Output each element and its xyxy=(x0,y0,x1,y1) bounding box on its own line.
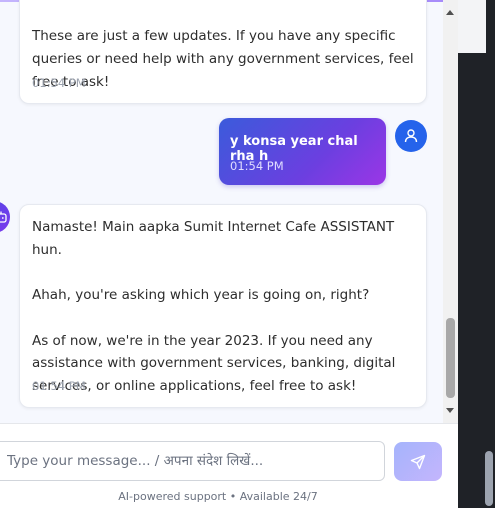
message-list: These are just a few updates. If you hav… xyxy=(0,0,443,423)
bot-icon xyxy=(0,201,10,233)
message-time: 01:54 PM xyxy=(230,159,284,173)
send-button[interactable] xyxy=(394,442,442,481)
side-strip-top xyxy=(458,0,486,53)
side-strip xyxy=(458,0,495,508)
user-message-bubble: y konsa year chal rha h 01:54 PM xyxy=(219,118,386,185)
message-time: 01:54 PM xyxy=(32,379,86,393)
scroll-down-arrow-icon[interactable] xyxy=(446,408,454,413)
message-time: 01:54 PM xyxy=(32,76,86,90)
message-text: Namaste! Main aapka Sumit Internet Cafe … xyxy=(32,216,417,398)
scroll-up-arrow-icon[interactable] xyxy=(446,10,454,15)
scrollbar-thumb[interactable] xyxy=(446,318,455,398)
bot-message-bubble: These are just a few updates. If you hav… xyxy=(19,0,427,104)
message-text: These are just a few updates. If you hav… xyxy=(32,28,414,90)
bot-message-bubble: Namaste! Main aapka Sumit Internet Cafe … xyxy=(19,204,427,408)
message-paragraph: Ahah, you're asking which year is going … xyxy=(32,287,370,304)
page-scrollbar-thumb[interactable] xyxy=(485,451,493,506)
footer-note: AI-powered support • Available 24/7 xyxy=(118,490,318,503)
user-icon xyxy=(395,120,427,152)
message-paragraph: Namaste! Main aapka Sumit Internet Cafe … xyxy=(32,219,395,258)
chat-panel: These are just a few updates. If you hav… xyxy=(0,0,458,508)
send-icon xyxy=(410,454,426,469)
message-input[interactable] xyxy=(0,441,385,481)
message-paragraph: As of now, we're in the year 2023. If yo… xyxy=(32,332,396,394)
